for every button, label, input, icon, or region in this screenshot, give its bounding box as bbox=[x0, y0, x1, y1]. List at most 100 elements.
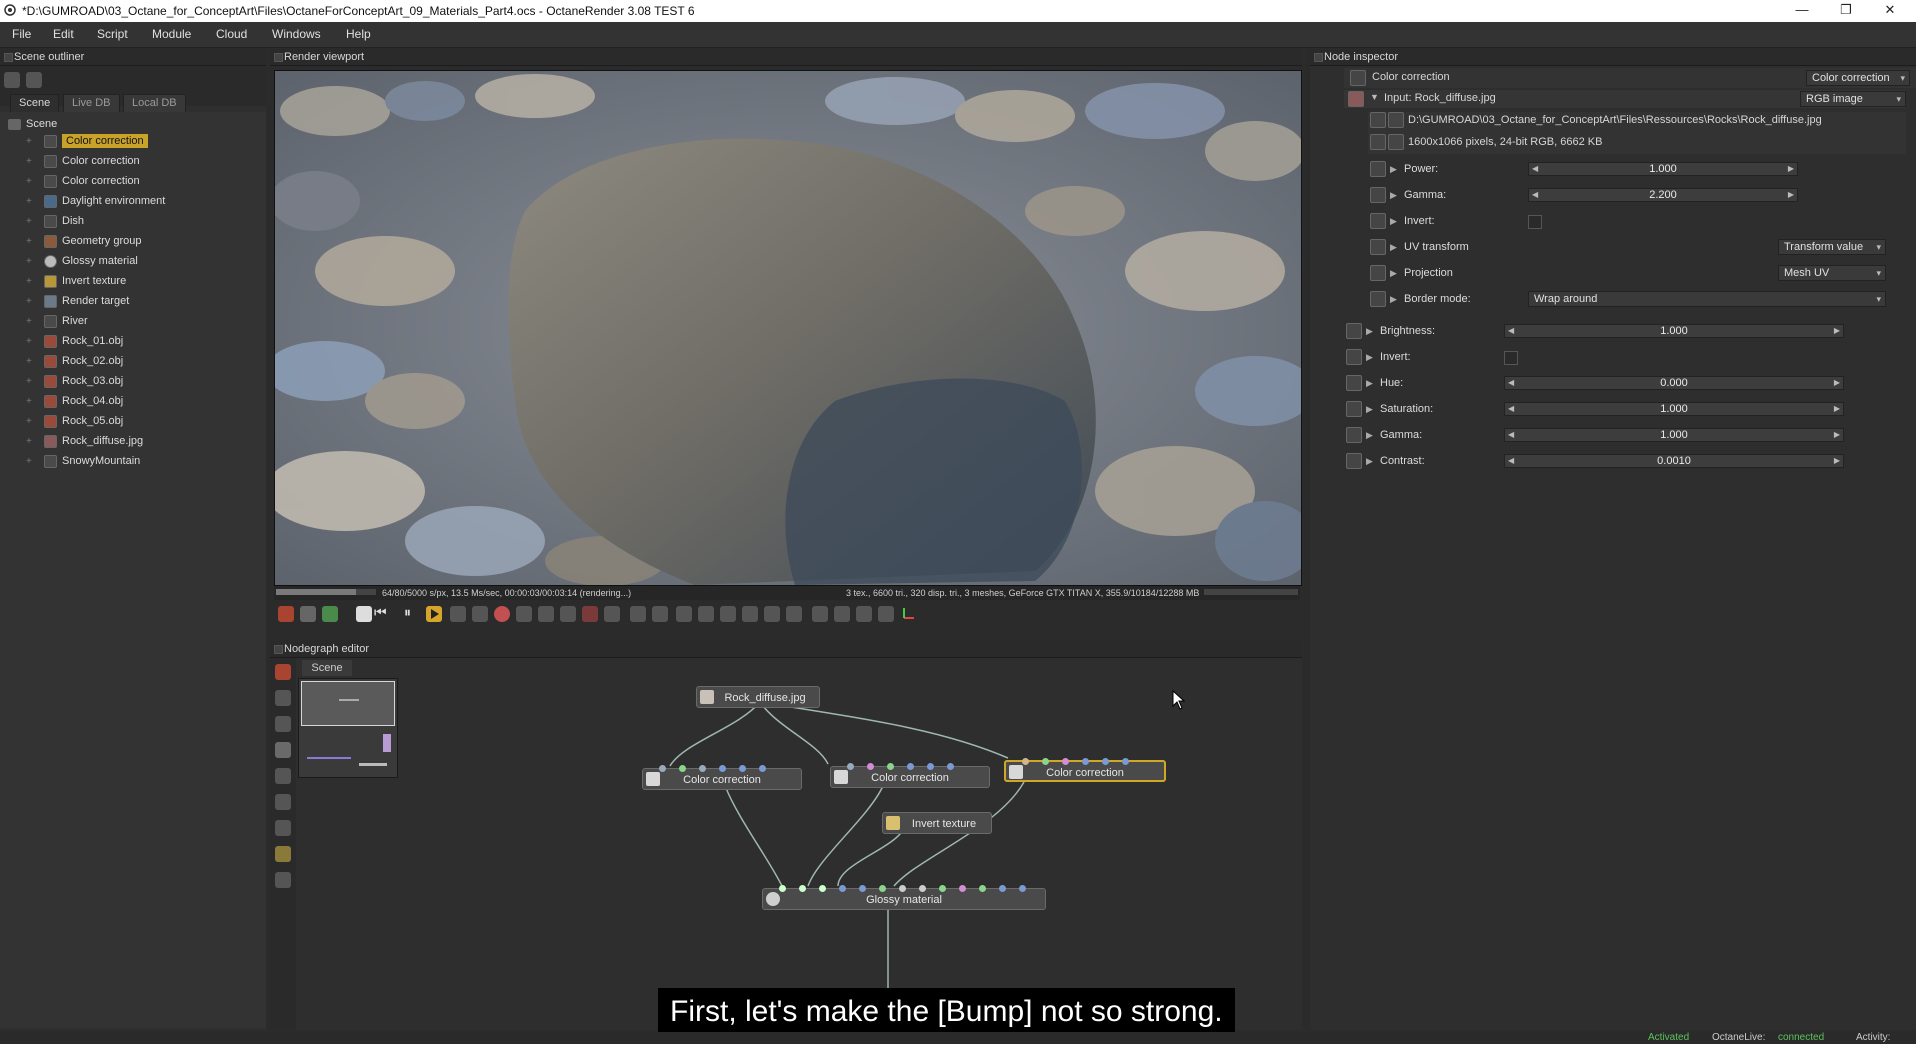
grid-icon[interactable] bbox=[764, 606, 780, 622]
color-icon[interactable] bbox=[494, 606, 510, 622]
expand-icon[interactable]: + bbox=[26, 453, 36, 471]
tree-item-rock-02[interactable]: + Rock_02.obj bbox=[26, 352, 123, 370]
border-mode-dropdown[interactable]: Wrap around bbox=[1528, 291, 1886, 307]
pause-icon[interactable]: ⏸ bbox=[404, 604, 411, 621]
brightness-slider[interactable]: ◀ 1.000 ▶ bbox=[1504, 324, 1844, 338]
gamma-inner-slider[interactable]: ◀ 2.200 ▶ bbox=[1528, 188, 1798, 202]
tab-scene[interactable]: Scene bbox=[10, 94, 60, 113]
tree-item-rock-diffuse[interactable]: + Rock_diffuse.jpg bbox=[26, 432, 143, 450]
hue-slider[interactable]: ◀ 0.000 ▶ bbox=[1504, 376, 1844, 390]
invert-checkbox[interactable] bbox=[1504, 351, 1518, 365]
expand-arrow-icon[interactable]: ▶ bbox=[1390, 290, 1397, 308]
saturation-slider[interactable]: ◀ 1.000 ▶ bbox=[1504, 402, 1844, 416]
expand-icon[interactable]: + bbox=[26, 313, 36, 331]
tree-root-scene[interactable]: Scene bbox=[8, 115, 57, 133]
copy-icon[interactable] bbox=[698, 606, 714, 622]
texture-icon[interactable] bbox=[275, 846, 291, 862]
expand-arrow-icon[interactable]: ▶ bbox=[1390, 212, 1397, 230]
refresh-icon[interactable] bbox=[516, 606, 532, 622]
node-type-dropdown[interactable]: Color correction bbox=[1806, 70, 1910, 86]
tree-item-dish[interactable]: + Dish bbox=[26, 212, 84, 230]
axis-gizmo-icon[interactable] bbox=[900, 606, 916, 622]
input-group-header[interactable]: ▼ Input: Rock_diffuse.jpg RGB image bbox=[1344, 90, 1906, 108]
crop-icon[interactable] bbox=[604, 606, 620, 622]
expand-icon[interactable]: + bbox=[26, 373, 36, 391]
expand-icon[interactable]: + bbox=[26, 213, 36, 231]
outliner-list-icon[interactable] bbox=[4, 72, 20, 88]
expand-arrow-icon[interactable]: ▶ bbox=[1366, 374, 1373, 392]
menu-module[interactable]: Module bbox=[152, 27, 191, 41]
tree-item-rock-01[interactable]: + Rock_01.obj bbox=[26, 332, 123, 350]
clip-icon[interactable] bbox=[786, 606, 802, 622]
tree-item-rock-03[interactable]: + Rock_03.obj bbox=[26, 372, 123, 390]
render-target-icon[interactable] bbox=[275, 742, 291, 758]
expand-arrow-icon[interactable]: ▶ bbox=[1366, 426, 1373, 444]
region-icon[interactable] bbox=[300, 606, 316, 622]
light-icon[interactable] bbox=[676, 606, 692, 622]
tab-local-db[interactable]: Local DB bbox=[123, 94, 186, 113]
node-color-correction-3-selected[interactable]: Color correction bbox=[1004, 758, 1166, 782]
tab-live-db[interactable]: Live DB bbox=[63, 94, 120, 113]
expand-icon[interactable]: + bbox=[26, 353, 36, 371]
rotate-icon[interactable] bbox=[560, 606, 576, 622]
menu-script[interactable]: Script bbox=[97, 27, 128, 41]
move-icon[interactable] bbox=[538, 606, 554, 622]
layout-icon[interactable] bbox=[275, 690, 291, 706]
reload-icon[interactable] bbox=[1388, 112, 1404, 128]
uv-transform-dropdown[interactable]: Transform value bbox=[1778, 239, 1886, 255]
nodegraph-canvas[interactable]: Rock_diffuse.jpg Color correction Color … bbox=[298, 678, 1302, 1030]
expand-arrow-icon[interactable]: ▶ bbox=[1390, 186, 1397, 204]
box-icon[interactable] bbox=[812, 606, 828, 622]
tree-item-river[interactable]: + River bbox=[26, 312, 88, 330]
restart-icon[interactable]: ⏮ bbox=[374, 604, 387, 621]
expand-icon[interactable]: + bbox=[26, 393, 36, 411]
input-type-dropdown[interactable]: RGB image bbox=[1800, 91, 1906, 107]
expand-icon[interactable]: + bbox=[26, 193, 36, 211]
tree-item-color-correction-2[interactable]: + Color correction bbox=[26, 152, 140, 170]
tree-item-glossy-material[interactable]: + Glossy material bbox=[26, 252, 138, 270]
tree-item-geometry-group[interactable]: + Geometry group bbox=[26, 232, 141, 250]
tree-item-snowy-mountain[interactable]: + SnowyMountain bbox=[26, 452, 140, 470]
tree-icon[interactable] bbox=[275, 716, 291, 732]
node-color-correction-2[interactable]: Color correction bbox=[830, 763, 990, 788]
contrast-slider[interactable]: ◀ 0.0010 ▶ bbox=[1504, 454, 1844, 468]
tab-scene-graph[interactable]: Scene bbox=[302, 660, 352, 676]
tree-item-color-correction-3[interactable]: + Color correction bbox=[26, 172, 140, 190]
fullscreen-icon[interactable] bbox=[878, 606, 894, 622]
edit-icon[interactable] bbox=[1388, 134, 1404, 150]
layers-icon[interactable] bbox=[742, 606, 758, 622]
node-rock-diffuse[interactable]: Rock_diffuse.jpg bbox=[696, 686, 820, 708]
outliner-settings-icon[interactable] bbox=[26, 72, 42, 88]
material-icon[interactable] bbox=[275, 820, 291, 836]
stop-icon[interactable] bbox=[356, 606, 372, 622]
tree-item-rock-05[interactable]: + Rock_05.obj bbox=[26, 412, 123, 430]
octane-node-icon[interactable] bbox=[275, 664, 291, 680]
orbit-icon[interactable] bbox=[856, 606, 872, 622]
minimize-button[interactable]: — bbox=[1782, 2, 1822, 20]
expand-icon[interactable]: + bbox=[26, 233, 36, 251]
restore-button[interactable]: ❐ bbox=[1826, 2, 1866, 20]
expand-icon[interactable]: + bbox=[26, 433, 36, 451]
zoom-icon[interactable] bbox=[630, 606, 646, 622]
expand-icon[interactable]: + bbox=[26, 153, 36, 171]
gamma-slider[interactable]: ◀ 1.000 ▶ bbox=[1504, 428, 1844, 442]
expand-icon[interactable]: + bbox=[26, 133, 36, 151]
invert-inner-checkbox[interactable] bbox=[1528, 215, 1542, 229]
menu-help[interactable]: Help bbox=[346, 27, 371, 41]
projection-dropdown[interactable]: Mesh UV bbox=[1778, 265, 1886, 281]
expand-icon[interactable]: + bbox=[26, 333, 36, 351]
expand-arrow-icon[interactable]: ▶ bbox=[1390, 238, 1397, 256]
expand-arrow-icon[interactable]: ▶ bbox=[1366, 452, 1373, 470]
close-button[interactable]: ✕ bbox=[1870, 2, 1910, 20]
save-icon[interactable] bbox=[1370, 134, 1386, 150]
expand-arrow-icon[interactable]: ▶ bbox=[1390, 264, 1397, 282]
record-icon[interactable] bbox=[582, 606, 598, 622]
expand-arrow-icon[interactable]: ▶ bbox=[1390, 160, 1397, 178]
expand-arrow-icon[interactable]: ▶ bbox=[1366, 348, 1373, 366]
menu-cloud[interactable]: Cloud bbox=[216, 27, 247, 41]
expand-icon[interactable]: + bbox=[26, 253, 36, 271]
folder-icon[interactable] bbox=[1370, 112, 1386, 128]
paste-icon[interactable] bbox=[720, 606, 736, 622]
expand-arrow-icon[interactable]: ▶ bbox=[1366, 400, 1373, 418]
environment-icon[interactable] bbox=[275, 794, 291, 810]
